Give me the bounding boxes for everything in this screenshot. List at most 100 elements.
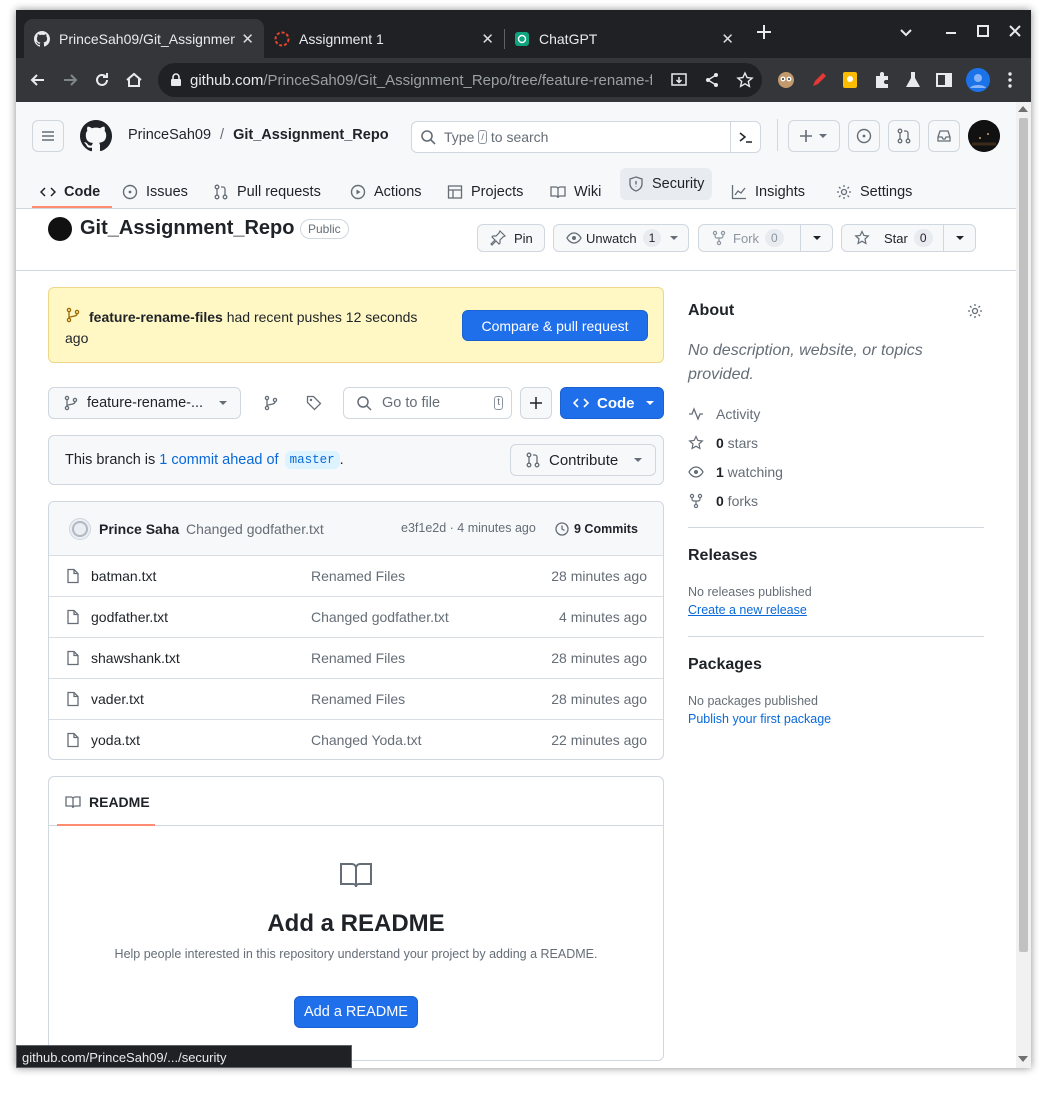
- star-button[interactable]: Star 0: [841, 224, 976, 252]
- address-bar[interactable]: github.com/PrinceSah09/Git_Assignment_Re…: [158, 63, 762, 97]
- share-icon[interactable]: [703, 71, 721, 89]
- tab-search-icon[interactable]: [896, 22, 916, 42]
- forward-icon[interactable]: [60, 70, 80, 90]
- tab-actions[interactable]: Actions: [350, 174, 422, 210]
- tab-github[interactable]: PrinceSah09/Git_Assignmen ✕: [24, 19, 264, 58]
- bookmark-star-icon[interactable]: [736, 71, 754, 89]
- stars-link[interactable]: 0 stars: [688, 434, 758, 452]
- history-icon: [555, 522, 569, 536]
- new-tab-button[interactable]: [754, 22, 774, 42]
- readme-tab[interactable]: README: [65, 794, 150, 810]
- labs-flask-icon[interactable]: [903, 70, 923, 90]
- gear-icon[interactable]: [967, 303, 983, 319]
- command-palette-icon[interactable]: [730, 122, 760, 152]
- add-file-button[interactable]: [520, 387, 552, 419]
- file-name[interactable]: vader.txt: [91, 691, 144, 707]
- file-row[interactable]: shawshank.txt Renamed Files 28 minutes a…: [49, 637, 663, 678]
- tab-security[interactable]: Security: [620, 168, 713, 200]
- extension-marker-icon[interactable]: [809, 70, 829, 90]
- compare-pull-request-button[interactable]: Compare & pull request: [462, 310, 648, 341]
- extension-owl-icon[interactable]: [776, 70, 796, 90]
- file-name[interactable]: godfather.txt: [91, 609, 168, 625]
- file-commit-message[interactable]: Changed Yoda.txt: [311, 732, 422, 748]
- code-dropdown-button[interactable]: Code: [560, 387, 664, 419]
- tab-insights[interactable]: Insights: [731, 174, 805, 210]
- search-input[interactable]: Type / to search: [411, 121, 761, 153]
- file-row[interactable]: godfather.txt Changed godfather.txt 4 mi…: [49, 596, 663, 637]
- user-avatar[interactable]: [968, 120, 1000, 152]
- pushed-branch-name[interactable]: feature-rename-files: [89, 309, 223, 325]
- install-icon[interactable]: [670, 71, 688, 89]
- forks-link[interactable]: 0 forks: [688, 492, 758, 510]
- file-commit-message[interactable]: Changed godfather.txt: [311, 609, 449, 625]
- side-panel-icon[interactable]: [934, 70, 954, 90]
- commit-meta[interactable]: e3f1e2d · 4 minutes ago: [401, 521, 536, 535]
- publish-package-link[interactable]: Publish your first package: [688, 712, 831, 726]
- owner-link[interactable]: PrinceSah09: [128, 127, 211, 143]
- tab-issues[interactable]: Issues: [122, 174, 188, 210]
- commit-message[interactable]: Changed godfather.txt: [186, 521, 324, 537]
- branches-icon[interactable]: [263, 395, 279, 411]
- repo-link[interactable]: Git_Assignment_Repo: [233, 127, 389, 143]
- pull-requests-icon[interactable]: [888, 120, 920, 152]
- scrollbar-thumb[interactable]: [1019, 118, 1028, 952]
- profile-avatar[interactable]: [966, 68, 990, 92]
- go-to-file-input[interactable]: Go to file t: [343, 387, 512, 419]
- watch-count: 1: [642, 229, 662, 247]
- close-icon[interactable]: ✕: [241, 30, 254, 48]
- commit-author[interactable]: Prince Saha: [99, 521, 179, 537]
- add-readme-button[interactable]: Add a README: [294, 996, 418, 1028]
- tab-pull-requests[interactable]: Pull requests: [213, 174, 321, 210]
- file-name[interactable]: batman.txt: [91, 568, 156, 584]
- github-logo-icon[interactable]: [80, 120, 112, 152]
- fork-button[interactable]: Fork 0: [698, 224, 833, 252]
- file-commit-message[interactable]: Renamed Files: [311, 568, 405, 584]
- file-commit-message[interactable]: Renamed Files: [311, 650, 405, 666]
- create-release-link[interactable]: Create a new release: [688, 603, 807, 617]
- maximize-icon[interactable]: [973, 22, 993, 42]
- back-icon[interactable]: [28, 70, 48, 90]
- home-icon[interactable]: [124, 70, 144, 90]
- unwatch-button[interactable]: Unwatch 1: [553, 224, 689, 252]
- commits-history-link[interactable]: 9 Commits: [554, 521, 638, 537]
- inbox-icon[interactable]: [928, 120, 960, 152]
- file-row[interactable]: batman.txt Renamed Files 28 minutes ago: [49, 555, 663, 596]
- pin-button[interactable]: Pin: [477, 224, 545, 252]
- file-row[interactable]: yoda.txt Changed Yoda.txt 22 minutes ago: [49, 719, 663, 759]
- scroll-down-arrow[interactable]: [1018, 1056, 1028, 1062]
- packages-title[interactable]: Packages: [688, 656, 762, 674]
- file-row[interactable]: vader.txt Renamed Files 28 minutes ago: [49, 678, 663, 719]
- repo-name[interactable]: Git_Assignment_Repo: [80, 217, 294, 240]
- contribute-button[interactable]: Contribute: [510, 444, 656, 476]
- extension-keep-icon[interactable]: [840, 70, 860, 90]
- create-new-button[interactable]: [788, 120, 840, 152]
- close-icon[interactable]: ✕: [481, 30, 494, 48]
- file-commit-message[interactable]: Renamed Files: [311, 691, 405, 707]
- issues-icon[interactable]: [848, 120, 880, 152]
- minimize-icon[interactable]: [941, 22, 961, 42]
- window-close-icon[interactable]: [1005, 22, 1025, 42]
- page-scrollbar[interactable]: [1016, 102, 1031, 1068]
- tab-assignment[interactable]: Assignment 1 ✕: [264, 19, 504, 58]
- watching-link[interactable]: 1 watching: [688, 463, 783, 481]
- branch-select[interactable]: feature-rename-...: [48, 387, 241, 419]
- ahead-link[interactable]: 1 commit ahead of: [159, 452, 278, 468]
- tab-chatgpt[interactable]: ChatGPT ✕: [504, 19, 744, 58]
- tab-projects[interactable]: Projects: [447, 174, 523, 210]
- reload-icon[interactable]: [92, 70, 112, 90]
- tab-wiki[interactable]: Wiki: [550, 174, 601, 210]
- scroll-up-arrow[interactable]: [1018, 106, 1028, 112]
- browser-menu-icon[interactable]: [1000, 70, 1020, 90]
- tab-code[interactable]: Code: [40, 174, 100, 210]
- base-branch-label[interactable]: master: [284, 451, 340, 469]
- extensions-puzzle-icon[interactable]: [872, 70, 892, 90]
- file-name[interactable]: yoda.txt: [91, 732, 140, 748]
- close-icon[interactable]: ✕: [721, 30, 734, 48]
- releases-title[interactable]: Releases: [688, 547, 757, 565]
- file-name[interactable]: shawshank.txt: [91, 650, 180, 666]
- hamburger-menu-button[interactable]: [32, 120, 64, 152]
- tag-icon[interactable]: [306, 395, 322, 411]
- tab-settings[interactable]: Settings: [836, 174, 912, 210]
- activity-link[interactable]: Activity: [688, 405, 760, 423]
- fork-count: 0: [765, 229, 784, 247]
